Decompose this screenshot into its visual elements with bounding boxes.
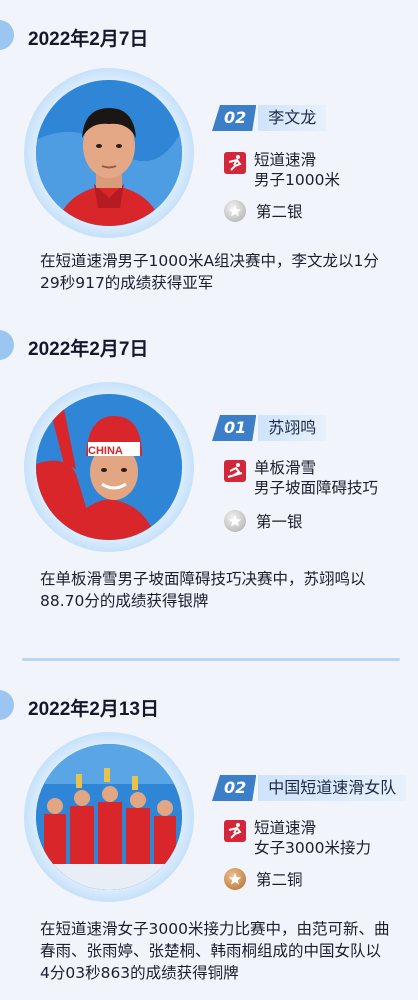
hat-text: CHINA bbox=[88, 445, 123, 457]
sport-info: 单板滑雪 男子坡面障碍技巧 bbox=[224, 458, 378, 498]
athlete-photo bbox=[36, 80, 182, 226]
entry-date: 2022年2月7日 bbox=[28, 339, 149, 360]
sport-event: 男子坡面障碍技巧 bbox=[254, 479, 379, 497]
sport-discipline: 短道速滑 bbox=[254, 151, 317, 169]
entry-date: 2022年2月13日 bbox=[28, 699, 159, 720]
rank-number: 02 bbox=[212, 105, 256, 131]
team-photo-frame bbox=[24, 732, 194, 902]
athlete-tag: 01 苏翊鸣 bbox=[212, 415, 327, 441]
sport-event: 女子3000米接力 bbox=[254, 839, 371, 857]
snowboard-icon bbox=[224, 460, 246, 482]
skating-icon bbox=[224, 152, 246, 174]
medal-info: 第二银 bbox=[224, 200, 303, 222]
bronze-medal-icon bbox=[224, 868, 246, 890]
rank-number: 02 bbox=[212, 775, 256, 801]
athlete-tag: 02 中国短道速滑女队 bbox=[212, 775, 407, 801]
athlete-photo-frame bbox=[24, 68, 194, 238]
timeline-dot bbox=[0, 690, 14, 720]
medal-entry-2: 2022年2月7日 CHINA 01 苏翊鸣 单板滑雪 男子坡面障碍技巧 第一银… bbox=[0, 320, 418, 620]
athlete-photo: CHINA bbox=[36, 394, 182, 540]
sport-discipline: 单板滑雪 bbox=[254, 459, 317, 477]
medal-entry-1: 2022年2月7日 02 李文龙 短道速滑 男子1000米 第二银 在短道速滑男… bbox=[0, 0, 418, 300]
medal-label: 第二铜 bbox=[256, 871, 303, 889]
silver-medal-icon bbox=[224, 510, 246, 532]
section-divider bbox=[22, 658, 400, 661]
athlete-name: 中国短道速滑女队 bbox=[258, 775, 407, 801]
athlete-tag: 02 李文龙 bbox=[212, 105, 327, 131]
result-description: 在单板滑雪男子坡面障碍技巧决赛中，苏翊鸣以88.70分的成绩获得银牌 bbox=[40, 570, 366, 610]
result-description: 在短道速滑女子3000米接力比赛中，由范可新、曲春雨、张雨婷、张楚桐、韩雨桐组成… bbox=[40, 920, 390, 982]
timeline-dot bbox=[0, 20, 14, 50]
medal-info: 第二铜 bbox=[224, 868, 303, 890]
team-photo bbox=[36, 744, 182, 890]
result-description: 在短道速滑男子1000米A组决赛中，李文龙以1分29秒917的成绩获得亚军 bbox=[40, 252, 379, 292]
sport-info: 短道速滑 女子3000米接力 bbox=[224, 818, 371, 858]
timeline-dot bbox=[0, 330, 14, 360]
medal-entry-3: 2022年2月13日 02 中国短道速滑女队 短道速滑 女子3000米接力 第二… bbox=[0, 670, 418, 1000]
silver-medal-icon bbox=[224, 200, 246, 222]
medal-label: 第一银 bbox=[256, 513, 303, 531]
sport-info: 短道速滑 男子1000米 bbox=[224, 150, 340, 190]
sport-event: 男子1000米 bbox=[254, 171, 340, 189]
medal-info: 第一银 bbox=[224, 510, 303, 532]
sport-discipline: 短道速滑 bbox=[254, 819, 317, 837]
athlete-photo-frame: CHINA bbox=[24, 382, 194, 552]
medal-label: 第二银 bbox=[256, 203, 303, 221]
rank-number: 01 bbox=[212, 415, 256, 441]
athlete-name: 李文龙 bbox=[258, 105, 327, 131]
skating-icon bbox=[224, 820, 246, 842]
athlete-name: 苏翊鸣 bbox=[258, 415, 327, 441]
entry-date: 2022年2月7日 bbox=[28, 29, 149, 50]
